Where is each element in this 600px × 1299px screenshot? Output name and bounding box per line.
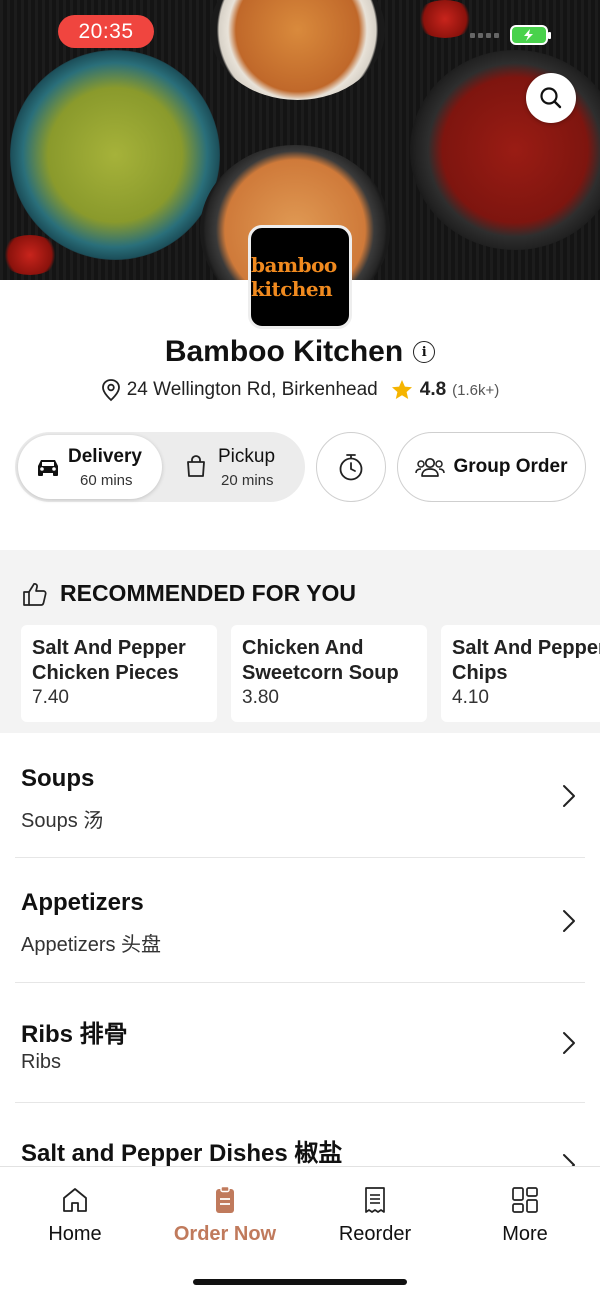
food-photo-curry xyxy=(10,50,220,260)
recommended-card[interactable]: Salt And Pepper Chips 4.10 xyxy=(441,625,600,722)
info-icon[interactable]: i xyxy=(413,341,436,363)
recommended-item-price: 7.40 xyxy=(32,687,69,708)
category-subtitle: Appetizers 头盘 xyxy=(21,934,162,956)
group-icon xyxy=(415,457,446,477)
battery-charging-icon xyxy=(510,25,551,45)
order-icon xyxy=(216,1185,234,1213)
recommended-item-name-line2: Chicken Pieces xyxy=(32,662,179,684)
tab-order-now[interactable]: Order Now xyxy=(160,1185,290,1246)
recommended-item-name-line1: Salt And Pepper xyxy=(32,637,186,659)
category-subtitle: Ribs xyxy=(21,1051,62,1073)
category-row-appetizers[interactable]: Appetizers Appetizers 头盘 xyxy=(0,858,600,982)
delivery-option[interactable]: Delivery 60 mins xyxy=(18,435,162,499)
delivery-label: Delivery xyxy=(68,446,142,467)
food-photo-chilli-chicken xyxy=(410,50,600,250)
chevron-right-icon xyxy=(563,910,575,932)
tab-label: Reorder xyxy=(338,1223,412,1245)
bag-icon xyxy=(187,455,205,477)
tab-label: More xyxy=(502,1223,548,1245)
restaurant-name: Bamboo Kitchen xyxy=(164,335,404,368)
recommended-header: RECOMMENDED FOR YOU xyxy=(22,580,356,607)
recommended-item-name-line1: Salt And Pepper xyxy=(452,637,600,659)
delivery-time: 60 mins xyxy=(80,472,133,489)
category-title: Ribs 排骨 xyxy=(21,1021,128,1048)
chevron-right-icon xyxy=(563,785,575,807)
star-icon xyxy=(391,380,412,399)
category-title: Soups xyxy=(21,765,95,792)
timer-icon xyxy=(339,454,363,481)
receipt-icon xyxy=(365,1187,385,1213)
home-icon xyxy=(63,1188,87,1212)
restaurant-address-row: 24 Wellington Rd, Birkenhead 4.8 (1.6k+) xyxy=(0,378,600,402)
order-mode-toggle: Delivery 60 mins Pickup 20 mins xyxy=(15,432,305,502)
recommended-card[interactable]: Salt And Pepper Chicken Pieces 7.40 xyxy=(21,625,217,722)
signal-icon xyxy=(470,33,499,38)
category-row-soups[interactable]: Soups Soups 汤 xyxy=(0,733,600,857)
category-title: Salt and Pepper Dishes 椒盐 xyxy=(21,1140,343,1166)
rating-count: (1.6k+) xyxy=(452,381,500,399)
schedule-button[interactable] xyxy=(316,432,386,502)
tab-home[interactable]: Home xyxy=(10,1185,140,1246)
grid-icon xyxy=(512,1187,538,1213)
tab-label: Order Now xyxy=(173,1223,277,1245)
logo-text: bamboo kitchen xyxy=(251,253,337,301)
chevron-right-icon xyxy=(563,1154,575,1166)
restaurant-address: 24 Wellington Rd, Birkenhead xyxy=(126,379,378,400)
food-photo-noodles-top xyxy=(210,0,385,100)
recommended-title: RECOMMENDED FOR YOU xyxy=(60,580,357,606)
category-row-salt-pepper[interactable]: Salt and Pepper Dishes 椒盐 xyxy=(0,1103,600,1166)
search-icon xyxy=(540,87,562,109)
thumbs-up-icon xyxy=(23,582,47,606)
category-row-ribs[interactable]: Ribs 排骨 Ribs xyxy=(0,983,600,1102)
pickup-time: 20 mins xyxy=(221,472,274,489)
recommended-item-name-line2: Sweetcorn Soup xyxy=(242,662,399,684)
category-title: Appetizers xyxy=(21,889,144,916)
recommended-item-name-line1: Chicken And xyxy=(242,637,364,659)
chevron-right-icon xyxy=(563,1032,575,1054)
food-photo-tomatoes-top xyxy=(415,0,475,38)
food-photo-tomatoes xyxy=(0,235,60,275)
pickup-label: Pickup xyxy=(218,446,276,467)
car-icon xyxy=(38,460,58,476)
search-button[interactable] xyxy=(526,73,576,123)
restaurant-logo: bamboo kitchen xyxy=(248,225,352,329)
recommended-card[interactable]: Chicken And Sweetcorn Soup 3.80 xyxy=(231,625,427,722)
home-indicator xyxy=(193,1279,407,1285)
status-time: 20:35 xyxy=(58,15,154,48)
tab-label: Home xyxy=(48,1223,102,1245)
pickup-option[interactable]: Pickup 20 mins xyxy=(165,435,302,499)
rating-value: 4.8 xyxy=(419,379,447,400)
group-order-button[interactable]: Group Order xyxy=(397,432,586,502)
location-pin-icon xyxy=(101,379,120,402)
recommended-item-price: 3.80 xyxy=(242,687,279,708)
group-order-label: Group Order xyxy=(453,456,568,477)
tab-more[interactable]: More xyxy=(460,1185,590,1246)
recommended-item-price: 4.10 xyxy=(452,687,489,708)
recommended-item-name-line2: Chips xyxy=(452,662,508,684)
tab-reorder[interactable]: Reorder xyxy=(310,1185,440,1246)
restaurant-title-row: Bamboo Kitchen i xyxy=(0,335,600,369)
category-subtitle: Soups 汤 xyxy=(21,810,104,832)
